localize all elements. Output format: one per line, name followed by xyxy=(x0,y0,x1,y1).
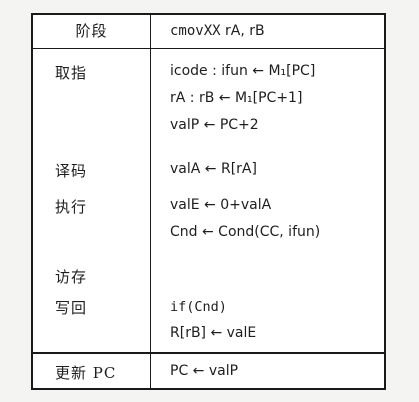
stage-writeback-label: 写回 xyxy=(55,299,88,317)
table-header-row: 阶段 cmovXX rA, rB xyxy=(33,15,384,49)
execute-line-1: valE ← 0+valA xyxy=(170,197,272,213)
stage-update-pc-label: 更新 PC xyxy=(55,364,117,382)
row-divider xyxy=(33,352,384,354)
instruction-stage-table: 阶段 cmovXX rA, rB 取指 icode : ifun ← M₁[PC… xyxy=(31,13,386,390)
header-stage-label: 阶段 xyxy=(75,22,108,40)
page: 阶段 cmovXX rA, rB 取指 icode : ifun ← M₁[PC… xyxy=(0,0,419,402)
stage-decode-label: 译码 xyxy=(55,162,88,180)
writeback-line-2: R[rB] ← valE xyxy=(170,325,257,341)
fetch-line-1: icode : ifun ← M₁[PC] xyxy=(170,63,316,79)
header-instruction-operands: rA, rB xyxy=(220,23,265,39)
stage-memory-label: 访存 xyxy=(55,268,88,286)
fetch-line-3: valP ← PC+2 xyxy=(170,117,259,133)
update-pc-line-1: PC ← valP xyxy=(170,363,239,379)
header-instruction: cmovXX rA, rB xyxy=(170,15,265,47)
fetch-line-2: rA : rB ← M₁[PC+1] xyxy=(170,90,303,106)
stage-fetch-label: 取指 xyxy=(55,64,88,82)
execute-line-2: Cnd ← Cond(CC, ifun) xyxy=(170,224,321,240)
stage-execute-label: 执行 xyxy=(55,198,88,216)
header-instruction-opcode: cmovXX xyxy=(170,23,221,39)
writeback-line-1: if(Cnd) xyxy=(170,299,227,315)
decode-line-1: valA ← R[rA] xyxy=(170,161,257,177)
column-divider xyxy=(150,15,152,388)
